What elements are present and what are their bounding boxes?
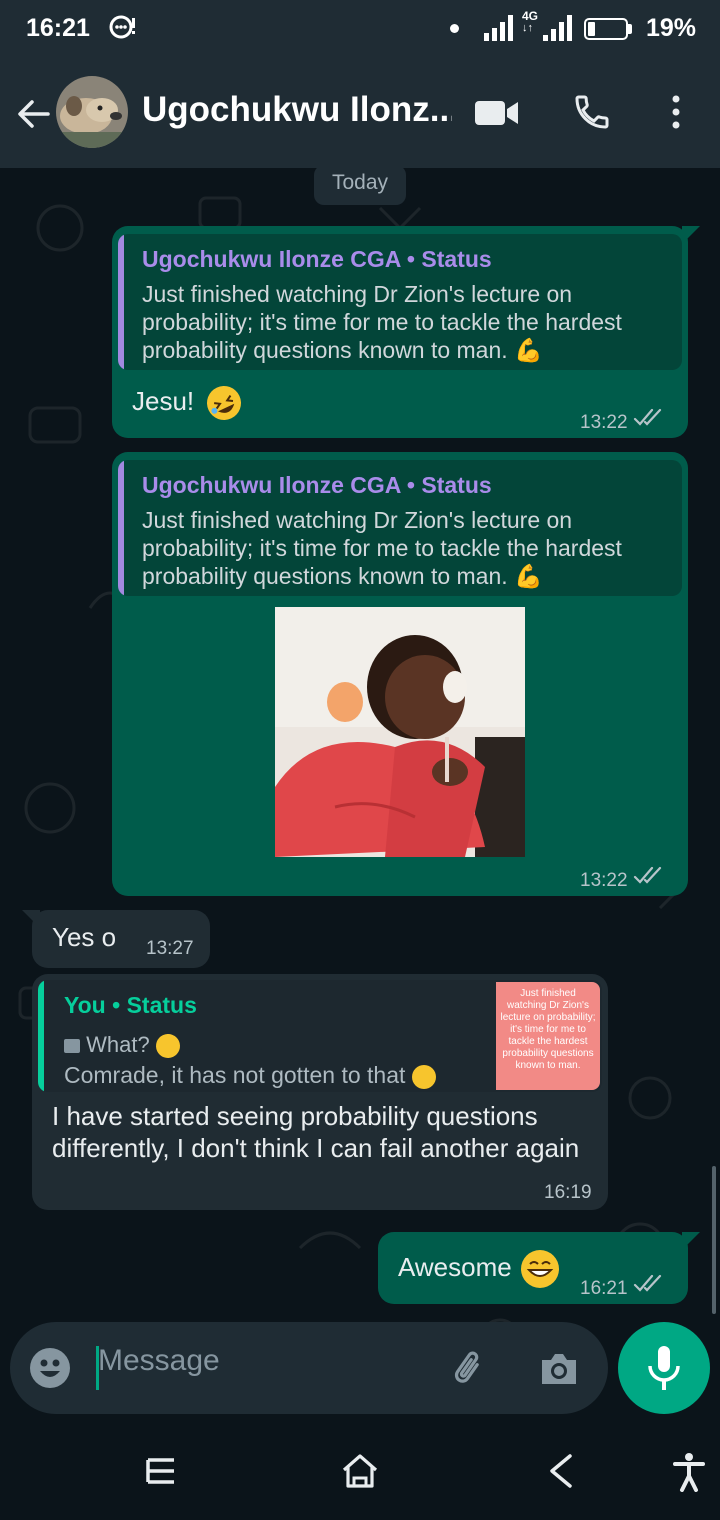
message-text: Awesome <box>398 1250 559 1288</box>
rofl-emoji <box>201 380 247 426</box>
grinning-emoji <box>411 1064 436 1089</box>
notification-dot <box>450 24 459 33</box>
home-icon[interactable] <box>340 1452 380 1495</box>
read-receipt-icon <box>633 866 661 884</box>
image-icon <box>64 1039 80 1054</box>
message-time: 13:27 <box>146 938 194 959</box>
message-time: 13:22 <box>580 870 628 891</box>
incoming-message[interactable]: You • Status What? Comrade, it has not g… <box>32 974 608 1210</box>
bubble-tail <box>682 226 700 244</box>
signal-icon-secondary <box>543 15 573 46</box>
message-meta: 16:21 <box>580 1274 667 1300</box>
chat-header: Ugochukwu Ilonz... <box>0 58 720 168</box>
read-receipt-icon <box>633 408 661 426</box>
grinning-emoji <box>520 1250 559 1288</box>
voice-record-button[interactable] <box>618 1322 710 1414</box>
camera-icon[interactable] <box>538 1350 580 1388</box>
recent-apps-icon[interactable] <box>144 1454 178 1493</box>
quote-author: Ugochukwu Ilonze CGA • Status <box>142 246 492 272</box>
outgoing-message[interactable]: Ugochukwu Ilonze CGA • Status Just finis… <box>112 226 700 438</box>
accessibility-icon[interactable] <box>672 1452 706 1497</box>
more-options-icon[interactable] <box>664 92 688 132</box>
rofl-emoji <box>151 1030 184 1063</box>
quote-text: Just finished watching Dr Zion's lecture… <box>142 281 622 363</box>
battery-icon <box>584 18 628 40</box>
scrollbar-thumb[interactable] <box>712 1166 716 1314</box>
quote-line-image: What? <box>64 1030 184 1063</box>
voice-call-icon[interactable] <box>572 92 612 132</box>
network-type-label: 4G ↓↑ <box>522 9 539 34</box>
status-time: 16:21 <box>26 14 90 42</box>
message-text: Yes o <box>52 922 117 952</box>
quoted-status[interactable]: Ugochukwu Ilonze CGA • Status Just finis… <box>118 234 682 370</box>
message-time: 16:21 <box>580 1278 628 1299</box>
chat-notification-icon <box>108 14 136 42</box>
message-meta: 13:22 <box>580 866 667 892</box>
message-meta: 13:22 <box>580 408 667 434</box>
date-chip: Today <box>314 168 406 205</box>
message-input[interactable]: Message <box>98 1344 220 1378</box>
quote-accent-bar <box>118 234 124 370</box>
signal-icon <box>484 15 516 46</box>
message-text: I have started seeing probability questi… <box>52 1101 580 1163</box>
battery-tip <box>628 24 632 34</box>
quoted-status[interactable]: Ugochukwu Ilonze CGA • Status Just finis… <box>118 460 682 596</box>
message-time: 13:22 <box>580 412 628 433</box>
bubble-tail <box>682 1232 700 1250</box>
bubble-tail <box>22 910 40 928</box>
flexed-biceps-emoji: 💪 <box>514 337 543 363</box>
microphone-icon <box>648 1346 680 1390</box>
system-navigation-bar <box>0 1420 720 1520</box>
quoted-status[interactable]: You • Status What? Comrade, it has not g… <box>38 980 602 1092</box>
outgoing-message[interactable]: Awesome 16:21 <box>378 1232 700 1304</box>
back-icon[interactable] <box>546 1452 576 1495</box>
status-thumbnail-text: Just finished watching Dr Zion's lecture… <box>500 988 596 1071</box>
quote-author: Ugochukwu Ilonze CGA • Status <box>142 472 492 498</box>
video-call-icon[interactable] <box>474 98 520 128</box>
incoming-message[interactable]: Yes o 13:27 <box>22 910 210 968</box>
contact-name[interactable]: Ugochukwu Ilonz... <box>142 90 452 130</box>
back-arrow-icon[interactable] <box>14 94 54 134</box>
flexed-biceps-emoji: 💪 <box>514 563 543 589</box>
attachment-icon[interactable] <box>448 1348 492 1392</box>
message-text: Jesu! <box>132 380 247 426</box>
battery-fill <box>588 22 595 36</box>
battery-percentage: 19% <box>646 14 697 42</box>
laughing-boy-image[interactable] <box>275 607 525 857</box>
status-thumbnail: Just finished watching Dr Zion's lecture… <box>496 982 600 1090</box>
quote-author: You • Status <box>64 992 197 1018</box>
message-time: 16:19 <box>544 1182 592 1203</box>
quote-accent-bar <box>38 980 44 1092</box>
quote-line-text: Comrade, it has not gotten to that <box>64 1062 436 1089</box>
read-receipt-icon <box>633 1274 661 1292</box>
contact-avatar[interactable] <box>56 76 128 148</box>
quote-text: Just finished watching Dr Zion's lecture… <box>142 507 622 589</box>
outgoing-message[interactable]: Ugochukwu Ilonze CGA • Status Just finis… <box>112 452 688 896</box>
quote-accent-bar <box>118 460 124 596</box>
message-composer: Message <box>10 1322 608 1414</box>
status-bar: 16:21 4G ↓↑ 19% <box>0 0 720 58</box>
emoji-icon[interactable] <box>30 1348 70 1388</box>
